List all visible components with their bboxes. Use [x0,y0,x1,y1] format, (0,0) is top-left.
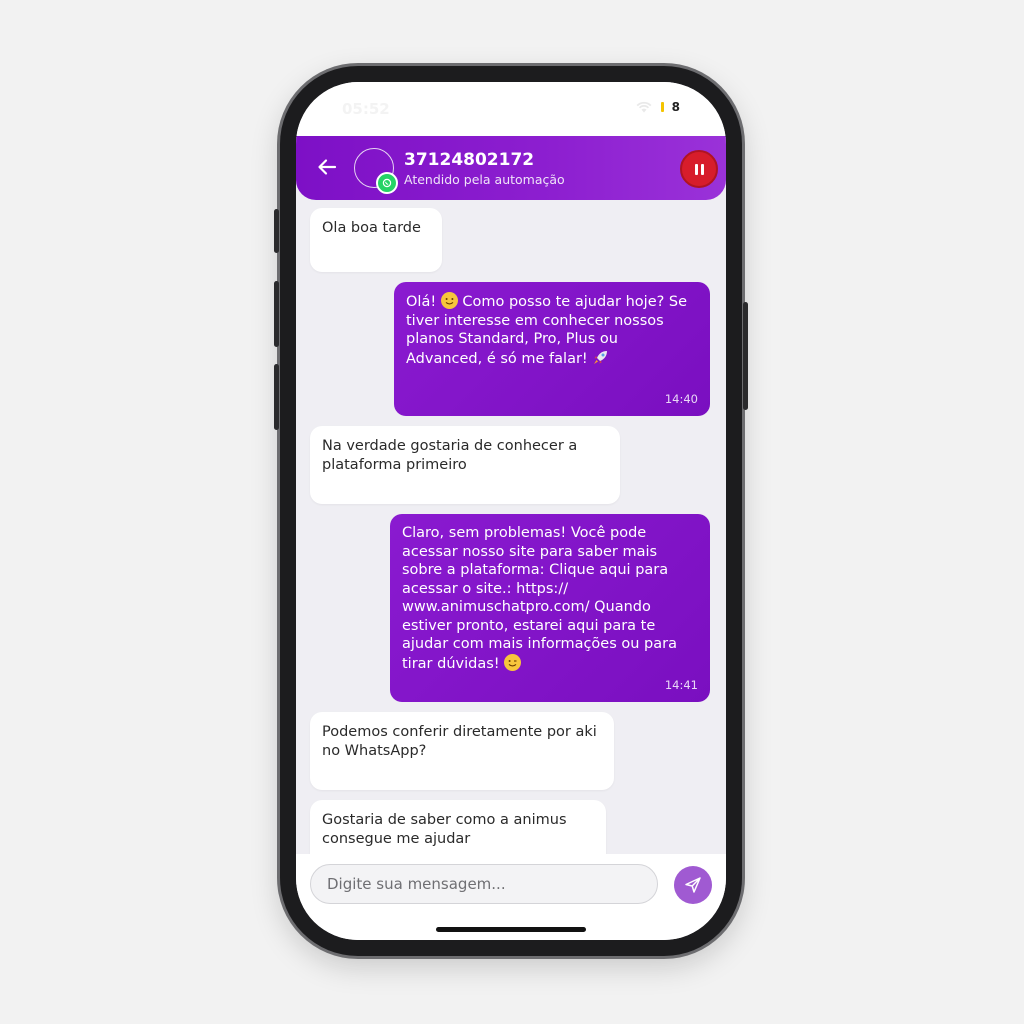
message-incoming: Ola boa tarde [310,208,442,272]
message-text: Olá! Como posso te ajudar hoje? Se tiver… [406,292,688,367]
message-text: Podemos conferir diretamente por aki no … [322,724,597,759]
wifi-icon [636,101,652,113]
volume-down-button [274,364,279,430]
pause-icon [694,163,698,175]
volume-up-button [274,281,279,347]
message-time: 14:40 [664,391,698,406]
status-bar: 05:52 8 [296,82,726,138]
message-time: 14:41 [664,677,698,692]
message-outgoing: Claro, sem problemas! Você pode acessar … [390,514,710,702]
message-text: Claro, sem problemas! Você pode acessar … [402,525,677,672]
smile-emoji-icon [440,292,458,309]
home-indicator[interactable] [436,927,586,932]
pause-automation-button[interactable] [680,150,718,188]
status-icons: 8 [635,100,680,114]
back-arrow-icon[interactable] [316,156,338,178]
composer [296,854,726,940]
contact-status: Atendido pela automação [404,172,565,187]
message-outgoing: Olá! Como posso te ajudar hoje? Se tiver… [394,282,710,416]
battery-icon [660,102,664,112]
send-button[interactable] [674,866,712,904]
message-input[interactable] [310,864,658,904]
screen: 05:52 8 37124802172 Atendido pela automa… [296,82,726,940]
rocket-emoji-icon [592,349,609,366]
battery-level: 8 [671,100,680,114]
message-incoming: Na verdade gostaria de conhecer a plataf… [310,426,620,504]
chat-header: 37124802172 Atendido pela automação [296,136,726,200]
whatsapp-icon [376,172,398,194]
mute-switch [274,209,279,253]
status-time: 05:52 [342,100,390,118]
message-incoming: Podemos conferir diretamente por aki no … [310,712,614,790]
send-icon [685,877,701,893]
message-list[interactable]: Ola boa tarde Olá! Como posso te ajudar … [296,200,726,854]
power-button [743,302,748,410]
message-text: Gostaria de saber como a animus consegue… [322,812,567,847]
contact-name: 37124802172 [404,150,535,170]
wink-emoji-icon [504,653,522,671]
message-text: Ola boa tarde [322,220,421,236]
message-incoming: Gostaria de saber como a animus consegue… [310,800,606,854]
message-text: Na verdade gostaria de conhecer a plataf… [322,438,578,473]
phone-frame: 05:52 8 37124802172 Atendido pela automa… [274,66,748,956]
